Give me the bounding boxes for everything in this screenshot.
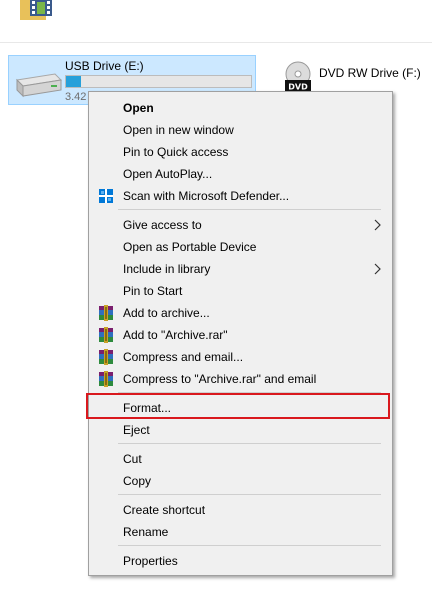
- menu-separator: [118, 392, 381, 393]
- menu-item-properties[interactable]: Properties: [89, 550, 392, 572]
- dvd-drive-icon[interactable]: DVD: [283, 60, 313, 94]
- menu-item-label: Properties: [123, 554, 178, 568]
- menu-item-cut[interactable]: Cut: [89, 448, 392, 470]
- menu-separator: [118, 209, 381, 210]
- menu-separator: [118, 443, 381, 444]
- menu-item-label: Give access to: [123, 218, 202, 232]
- usb-drive-usage-bar: [65, 75, 252, 88]
- menu-item-label: Rename: [123, 525, 169, 539]
- menu-item-label: Pin to Start: [123, 284, 183, 298]
- menu-item-label: Cut: [123, 452, 142, 466]
- menu-item-label: Open: [123, 101, 154, 115]
- video-folder-icon[interactable]: [18, 0, 58, 20]
- context-menu: Open Open in new window Pin to Quick acc…: [88, 91, 393, 576]
- winrar-icon: [99, 371, 113, 387]
- menu-item-compress-rar-and-email[interactable]: Compress to "Archive.rar" and email: [89, 368, 392, 390]
- menu-item-label: Compress and email...: [123, 350, 244, 364]
- menu-item-compress-and-email[interactable]: Compress and email...: [89, 346, 392, 368]
- dvd-drive-name[interactable]: DVD RW Drive (F:): [319, 66, 421, 80]
- menu-item-label: Add to "Archive.rar": [123, 328, 228, 342]
- winrar-icon: [99, 305, 113, 321]
- usb-drive-usage-fill: [66, 76, 81, 87]
- menu-item-open-portable-device[interactable]: Open as Portable Device: [89, 236, 392, 258]
- menu-item-scan-defender[interactable]: Scan with Microsoft Defender...: [89, 185, 392, 207]
- menu-item-eject[interactable]: Eject: [89, 419, 392, 441]
- menu-item-label: Include in library: [123, 262, 211, 276]
- usb-drive-icon: [15, 73, 63, 98]
- folder-area: [0, 0, 432, 43]
- menu-item-label: Add to archive...: [123, 306, 210, 320]
- menu-item-add-to-archive-rar[interactable]: Add to "Archive.rar": [89, 324, 392, 346]
- defender-shield-icon: [99, 189, 113, 203]
- menu-item-pin-to-start[interactable]: Pin to Start: [89, 280, 392, 302]
- winrar-icon: [99, 327, 113, 343]
- menu-item-label: Compress to "Archive.rar" and email: [123, 372, 317, 386]
- menu-item-rename[interactable]: Rename: [89, 521, 392, 543]
- chevron-right-icon: [374, 263, 381, 275]
- menu-item-label: Eject: [123, 423, 150, 437]
- menu-item-copy[interactable]: Copy: [89, 470, 392, 492]
- menu-item-format[interactable]: Format...: [89, 397, 392, 419]
- menu-item-open[interactable]: Open: [89, 97, 392, 119]
- menu-item-label: Create shortcut: [123, 503, 206, 517]
- menu-item-create-shortcut[interactable]: Create shortcut: [89, 499, 392, 521]
- menu-item-add-to-archive[interactable]: Add to archive...: [89, 302, 392, 324]
- menu-separator: [118, 545, 381, 546]
- menu-item-give-access[interactable]: Give access to: [89, 214, 392, 236]
- menu-item-open-new-window[interactable]: Open in new window: [89, 119, 392, 141]
- menu-item-open-autoplay[interactable]: Open AutoPlay...: [89, 163, 392, 185]
- chevron-right-icon: [374, 219, 381, 231]
- usb-drive-free-space: 3.42: [65, 91, 87, 103]
- usb-drive-name: USB Drive (E:): [65, 59, 144, 73]
- winrar-icon: [99, 349, 113, 365]
- menu-item-label: Copy: [123, 474, 152, 488]
- menu-item-label: Pin to Quick access: [123, 145, 229, 159]
- menu-item-include-in-library[interactable]: Include in library: [89, 258, 392, 280]
- menu-item-label: Format...: [123, 401, 172, 415]
- menu-item-label: Open in new window: [123, 123, 234, 137]
- menu-item-label: Open as Portable Device: [123, 240, 257, 254]
- menu-separator: [118, 494, 381, 495]
- menu-item-label: Scan with Microsoft Defender...: [123, 189, 290, 203]
- menu-item-label: Open AutoPlay...: [123, 167, 213, 181]
- menu-item-pin-quick-access[interactable]: Pin to Quick access: [89, 141, 392, 163]
